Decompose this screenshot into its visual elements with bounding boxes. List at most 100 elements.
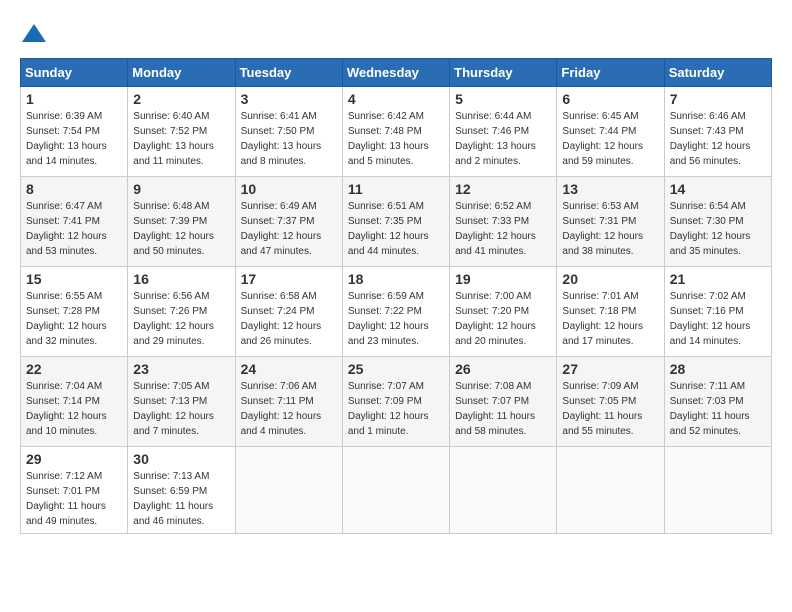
day-number: 4 (348, 91, 444, 107)
day-info: Sunrise: 6:45 AM Sunset: 7:44 PM Dayligh… (562, 109, 658, 169)
calendar-cell: 28 Sunrise: 7:11 AM Sunset: 7:03 PM Dayl… (664, 357, 771, 447)
calendar-cell: 2 Sunrise: 6:40 AM Sunset: 7:52 PM Dayli… (128, 87, 235, 177)
day-info: Sunrise: 6:59 AM Sunset: 7:22 PM Dayligh… (348, 289, 444, 349)
day-header-sunday: Sunday (21, 59, 128, 87)
day-header-tuesday: Tuesday (235, 59, 342, 87)
day-number: 17 (241, 271, 337, 287)
calendar-cell (450, 447, 557, 534)
day-header-friday: Friday (557, 59, 664, 87)
day-number: 2 (133, 91, 229, 107)
day-number: 14 (670, 181, 766, 197)
calendar-cell (342, 447, 449, 534)
logo-icon (20, 20, 48, 48)
day-number: 28 (670, 361, 766, 377)
day-number: 20 (562, 271, 658, 287)
calendar-week-row: 1 Sunrise: 6:39 AM Sunset: 7:54 PM Dayli… (21, 87, 772, 177)
calendar-header-row: SundayMondayTuesdayWednesdayThursdayFrid… (21, 59, 772, 87)
calendar-cell: 20 Sunrise: 7:01 AM Sunset: 7:18 PM Dayl… (557, 267, 664, 357)
calendar-cell: 6 Sunrise: 6:45 AM Sunset: 7:44 PM Dayli… (557, 87, 664, 177)
day-header-monday: Monday (128, 59, 235, 87)
day-number: 25 (348, 361, 444, 377)
calendar-cell: 5 Sunrise: 6:44 AM Sunset: 7:46 PM Dayli… (450, 87, 557, 177)
day-info: Sunrise: 6:40 AM Sunset: 7:52 PM Dayligh… (133, 109, 229, 169)
calendar-body: 1 Sunrise: 6:39 AM Sunset: 7:54 PM Dayli… (21, 87, 772, 534)
calendar-cell: 27 Sunrise: 7:09 AM Sunset: 7:05 PM Dayl… (557, 357, 664, 447)
day-info: Sunrise: 6:52 AM Sunset: 7:33 PM Dayligh… (455, 199, 551, 259)
day-number: 29 (26, 451, 122, 467)
day-info: Sunrise: 6:48 AM Sunset: 7:39 PM Dayligh… (133, 199, 229, 259)
day-info: Sunrise: 6:58 AM Sunset: 7:24 PM Dayligh… (241, 289, 337, 349)
day-info: Sunrise: 6:47 AM Sunset: 7:41 PM Dayligh… (26, 199, 122, 259)
calendar-cell: 16 Sunrise: 6:56 AM Sunset: 7:26 PM Dayl… (128, 267, 235, 357)
calendar-cell: 1 Sunrise: 6:39 AM Sunset: 7:54 PM Dayli… (21, 87, 128, 177)
calendar-cell: 12 Sunrise: 6:52 AM Sunset: 7:33 PM Dayl… (450, 177, 557, 267)
day-number: 19 (455, 271, 551, 287)
day-info: Sunrise: 6:46 AM Sunset: 7:43 PM Dayligh… (670, 109, 766, 169)
day-info: Sunrise: 6:41 AM Sunset: 7:50 PM Dayligh… (241, 109, 337, 169)
day-number: 6 (562, 91, 658, 107)
day-number: 9 (133, 181, 229, 197)
calendar-cell: 25 Sunrise: 7:07 AM Sunset: 7:09 PM Dayl… (342, 357, 449, 447)
day-number: 27 (562, 361, 658, 377)
day-info: Sunrise: 7:01 AM Sunset: 7:18 PM Dayligh… (562, 289, 658, 349)
calendar-cell: 4 Sunrise: 6:42 AM Sunset: 7:48 PM Dayli… (342, 87, 449, 177)
day-number: 13 (562, 181, 658, 197)
day-header-wednesday: Wednesday (342, 59, 449, 87)
day-number: 15 (26, 271, 122, 287)
day-info: Sunrise: 7:06 AM Sunset: 7:11 PM Dayligh… (241, 379, 337, 439)
calendar-cell (235, 447, 342, 534)
calendar-cell: 21 Sunrise: 7:02 AM Sunset: 7:16 PM Dayl… (664, 267, 771, 357)
day-info: Sunrise: 7:02 AM Sunset: 7:16 PM Dayligh… (670, 289, 766, 349)
calendar-cell: 11 Sunrise: 6:51 AM Sunset: 7:35 PM Dayl… (342, 177, 449, 267)
day-number: 26 (455, 361, 551, 377)
day-info: Sunrise: 7:05 AM Sunset: 7:13 PM Dayligh… (133, 379, 229, 439)
day-number: 3 (241, 91, 337, 107)
header (20, 20, 772, 48)
calendar-cell (557, 447, 664, 534)
day-number: 5 (455, 91, 551, 107)
calendar-cell: 30 Sunrise: 7:13 AM Sunset: 6:59 PM Dayl… (128, 447, 235, 534)
calendar-cell: 9 Sunrise: 6:48 AM Sunset: 7:39 PM Dayli… (128, 177, 235, 267)
calendar-cell: 14 Sunrise: 6:54 AM Sunset: 7:30 PM Dayl… (664, 177, 771, 267)
day-number: 12 (455, 181, 551, 197)
day-info: Sunrise: 7:04 AM Sunset: 7:14 PM Dayligh… (26, 379, 122, 439)
calendar-cell: 23 Sunrise: 7:05 AM Sunset: 7:13 PM Dayl… (128, 357, 235, 447)
calendar-cell: 13 Sunrise: 6:53 AM Sunset: 7:31 PM Dayl… (557, 177, 664, 267)
day-info: Sunrise: 6:49 AM Sunset: 7:37 PM Dayligh… (241, 199, 337, 259)
day-info: Sunrise: 7:00 AM Sunset: 7:20 PM Dayligh… (455, 289, 551, 349)
calendar-cell: 8 Sunrise: 6:47 AM Sunset: 7:41 PM Dayli… (21, 177, 128, 267)
calendar-week-row: 8 Sunrise: 6:47 AM Sunset: 7:41 PM Dayli… (21, 177, 772, 267)
day-number: 10 (241, 181, 337, 197)
day-header-thursday: Thursday (450, 59, 557, 87)
day-info: Sunrise: 6:53 AM Sunset: 7:31 PM Dayligh… (562, 199, 658, 259)
calendar-table: SundayMondayTuesdayWednesdayThursdayFrid… (20, 58, 772, 534)
day-info: Sunrise: 7:13 AM Sunset: 6:59 PM Dayligh… (133, 469, 229, 529)
calendar-week-row: 29 Sunrise: 7:12 AM Sunset: 7:01 PM Dayl… (21, 447, 772, 534)
day-number: 7 (670, 91, 766, 107)
day-number: 24 (241, 361, 337, 377)
day-info: Sunrise: 6:42 AM Sunset: 7:48 PM Dayligh… (348, 109, 444, 169)
day-info: Sunrise: 7:09 AM Sunset: 7:05 PM Dayligh… (562, 379, 658, 439)
day-number: 16 (133, 271, 229, 287)
day-info: Sunrise: 7:12 AM Sunset: 7:01 PM Dayligh… (26, 469, 122, 529)
day-header-saturday: Saturday (664, 59, 771, 87)
day-number: 21 (670, 271, 766, 287)
calendar-cell: 3 Sunrise: 6:41 AM Sunset: 7:50 PM Dayli… (235, 87, 342, 177)
day-number: 18 (348, 271, 444, 287)
day-info: Sunrise: 7:11 AM Sunset: 7:03 PM Dayligh… (670, 379, 766, 439)
calendar-week-row: 22 Sunrise: 7:04 AM Sunset: 7:14 PM Dayl… (21, 357, 772, 447)
day-info: Sunrise: 6:51 AM Sunset: 7:35 PM Dayligh… (348, 199, 444, 259)
calendar-cell: 7 Sunrise: 6:46 AM Sunset: 7:43 PM Dayli… (664, 87, 771, 177)
logo (20, 20, 52, 48)
day-number: 8 (26, 181, 122, 197)
day-number: 1 (26, 91, 122, 107)
calendar-week-row: 15 Sunrise: 6:55 AM Sunset: 7:28 PM Dayl… (21, 267, 772, 357)
day-number: 11 (348, 181, 444, 197)
day-info: Sunrise: 7:08 AM Sunset: 7:07 PM Dayligh… (455, 379, 551, 439)
calendar-cell: 22 Sunrise: 7:04 AM Sunset: 7:14 PM Dayl… (21, 357, 128, 447)
calendar-cell (664, 447, 771, 534)
day-info: Sunrise: 6:44 AM Sunset: 7:46 PM Dayligh… (455, 109, 551, 169)
day-info: Sunrise: 6:54 AM Sunset: 7:30 PM Dayligh… (670, 199, 766, 259)
day-number: 22 (26, 361, 122, 377)
calendar-cell: 15 Sunrise: 6:55 AM Sunset: 7:28 PM Dayl… (21, 267, 128, 357)
